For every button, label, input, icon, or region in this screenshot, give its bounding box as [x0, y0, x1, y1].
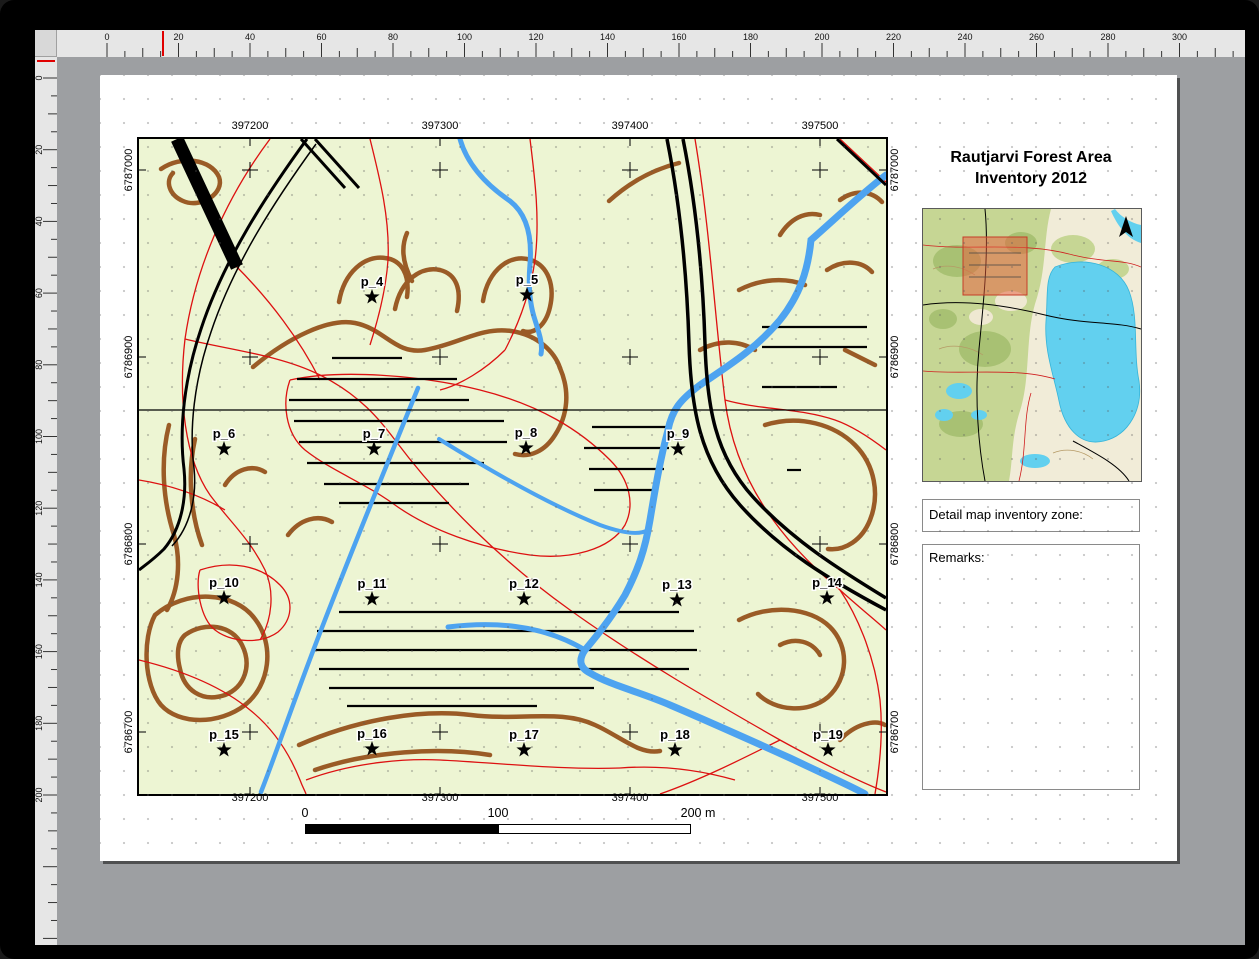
- grid-label-top: 397200: [232, 120, 269, 132]
- point-label: p_16: [357, 726, 387, 741]
- point-label: p_9: [667, 426, 689, 441]
- remarks-item[interactable]: Remarks:: [922, 544, 1140, 790]
- ruler-top-ticks: 0 20 40 60 80 100 120 140 160 180 200 220 240 260 280 3…: [57, 30, 1245, 57]
- point-label: p_15: [209, 727, 239, 742]
- grid-label-right: 6786800: [889, 523, 901, 566]
- grid-label-right: 6786900: [889, 336, 901, 379]
- grid-label-left: 6786800: [123, 523, 135, 566]
- grid-label-left: 6786700: [123, 711, 135, 754]
- point-label: p_14: [812, 575, 842, 590]
- ruler-label: 200: [814, 32, 829, 42]
- grid-label-bottom: 397300: [422, 792, 459, 804]
- ruler-label: 80: [35, 360, 44, 370]
- ruler-label: 120: [528, 32, 543, 42]
- ruler-label: 200: [35, 787, 44, 802]
- overview-map-item[interactable]: [922, 208, 1142, 482]
- map-title-item[interactable]: Rautjarvi Forest Area Inventory 2012: [922, 147, 1140, 189]
- scalebar-label-200m: 200 m: [681, 806, 716, 820]
- ruler-label: 80: [388, 32, 398, 42]
- ruler-label: 240: [957, 32, 972, 42]
- ruler-label: 140: [35, 572, 44, 587]
- ruler-label: 160: [35, 644, 44, 659]
- ruler-label: 180: [35, 716, 44, 731]
- ruler-label: 60: [35, 288, 44, 298]
- ruler-label: 140: [600, 32, 615, 42]
- point-label: p_17: [509, 727, 539, 742]
- title-line1: Rautjarvi Forest Area: [922, 147, 1140, 168]
- layout-page[interactable]: p_4 p_5 p_6 p_7 p_8 p_9 p_10 p_11 p_12 p_13 p_14 p_…: [100, 75, 1177, 861]
- grid-label-right: 6787000: [889, 149, 901, 192]
- ruler-label: 60: [316, 32, 326, 42]
- point-label: p_18: [660, 727, 690, 742]
- scalebar-segment-filled: [305, 824, 499, 834]
- grid-label-left: 6786900: [123, 336, 135, 379]
- ruler-label: 180: [743, 32, 758, 42]
- grid-label-bottom: 397500: [802, 792, 839, 804]
- point-label: p_6: [213, 426, 235, 441]
- remarks-label: Remarks:: [929, 550, 985, 565]
- point-label: p_13: [662, 577, 692, 592]
- ruler-label: 220: [886, 32, 901, 42]
- overview-map-canvas: [923, 209, 1141, 481]
- ruler-label: 20: [173, 32, 183, 42]
- ruler-label: 100: [35, 429, 44, 444]
- detail-zone-label: Detail map inventory zone:: [929, 507, 1083, 522]
- title-line2: Inventory 2012: [922, 168, 1140, 189]
- grid-label-right: 6786700: [889, 711, 901, 754]
- point-label: p_19: [813, 727, 843, 742]
- ruler-label: 40: [245, 32, 255, 42]
- ruler-label: 100: [457, 32, 472, 42]
- scalebar-item[interactable]: [305, 824, 691, 834]
- ruler-label: 20: [35, 145, 44, 155]
- ruler-label: 0: [104, 32, 109, 42]
- point-label: p_10: [209, 575, 239, 590]
- layout-canvas[interactable]: p_4 p_5 p_6 p_7 p_8 p_9 p_10 p_11 p_12 p_13 p_14 p_…: [57, 57, 1245, 945]
- ruler-label: 40: [35, 216, 44, 226]
- qgis-layout-window: 0204060801001201401601802002202402602803…: [0, 0, 1259, 959]
- map-canvas: p_4 p_5 p_6 p_7 p_8 p_9 p_10 p_11 p_12 p_13 p_14 p_…: [139, 139, 886, 794]
- ruler-top[interactable]: 0 20 40 60 80 100 120 140 160 180 200 220 240 260 280 3…: [57, 30, 1245, 57]
- ruler-label: 120: [35, 501, 44, 516]
- ruler-label: 300: [1172, 32, 1187, 42]
- ruler-left[interactable]: 0 20 40 60 80 100 120 140 160 180 200: [35, 57, 57, 945]
- ruler-left-ticks: 0 20 40 60 80 100 120 140 160 180 200: [35, 57, 57, 945]
- grid-label-bottom: 397400: [612, 792, 649, 804]
- point-label: p_7: [363, 426, 385, 441]
- ruler-label: 160: [671, 32, 686, 42]
- point-label: p_11: [358, 576, 387, 591]
- scalebar-label-0: 0: [302, 806, 309, 820]
- scalebar-label-100: 100: [488, 806, 509, 820]
- grid-label-top: 397300: [422, 120, 459, 132]
- scalebar-segment-empty: [499, 824, 692, 834]
- detail-zone-label-item[interactable]: Detail map inventory zone:: [922, 499, 1140, 532]
- point-label: p_12: [509, 576, 539, 591]
- grid-label-top: 397400: [612, 120, 649, 132]
- point-label: p_8: [515, 425, 537, 440]
- ruler-label: 0: [35, 75, 44, 80]
- point-label: p_5: [516, 272, 538, 287]
- ruler-label: 280: [1100, 32, 1115, 42]
- inventory-zone-highlight: [963, 237, 1027, 295]
- point-label: p_4: [361, 274, 384, 289]
- ruler-label: 260: [1029, 32, 1044, 42]
- grid-label-top: 397500: [802, 120, 839, 132]
- map-item[interactable]: p_4 p_5 p_6 p_7 p_8 p_9 p_10 p_11 p_12 p_13 p_14 p_…: [137, 137, 888, 796]
- grid-label-bottom: 397200: [232, 792, 269, 804]
- ruler-corner: [35, 30, 57, 57]
- grid-label-left: 6787000: [123, 149, 135, 192]
